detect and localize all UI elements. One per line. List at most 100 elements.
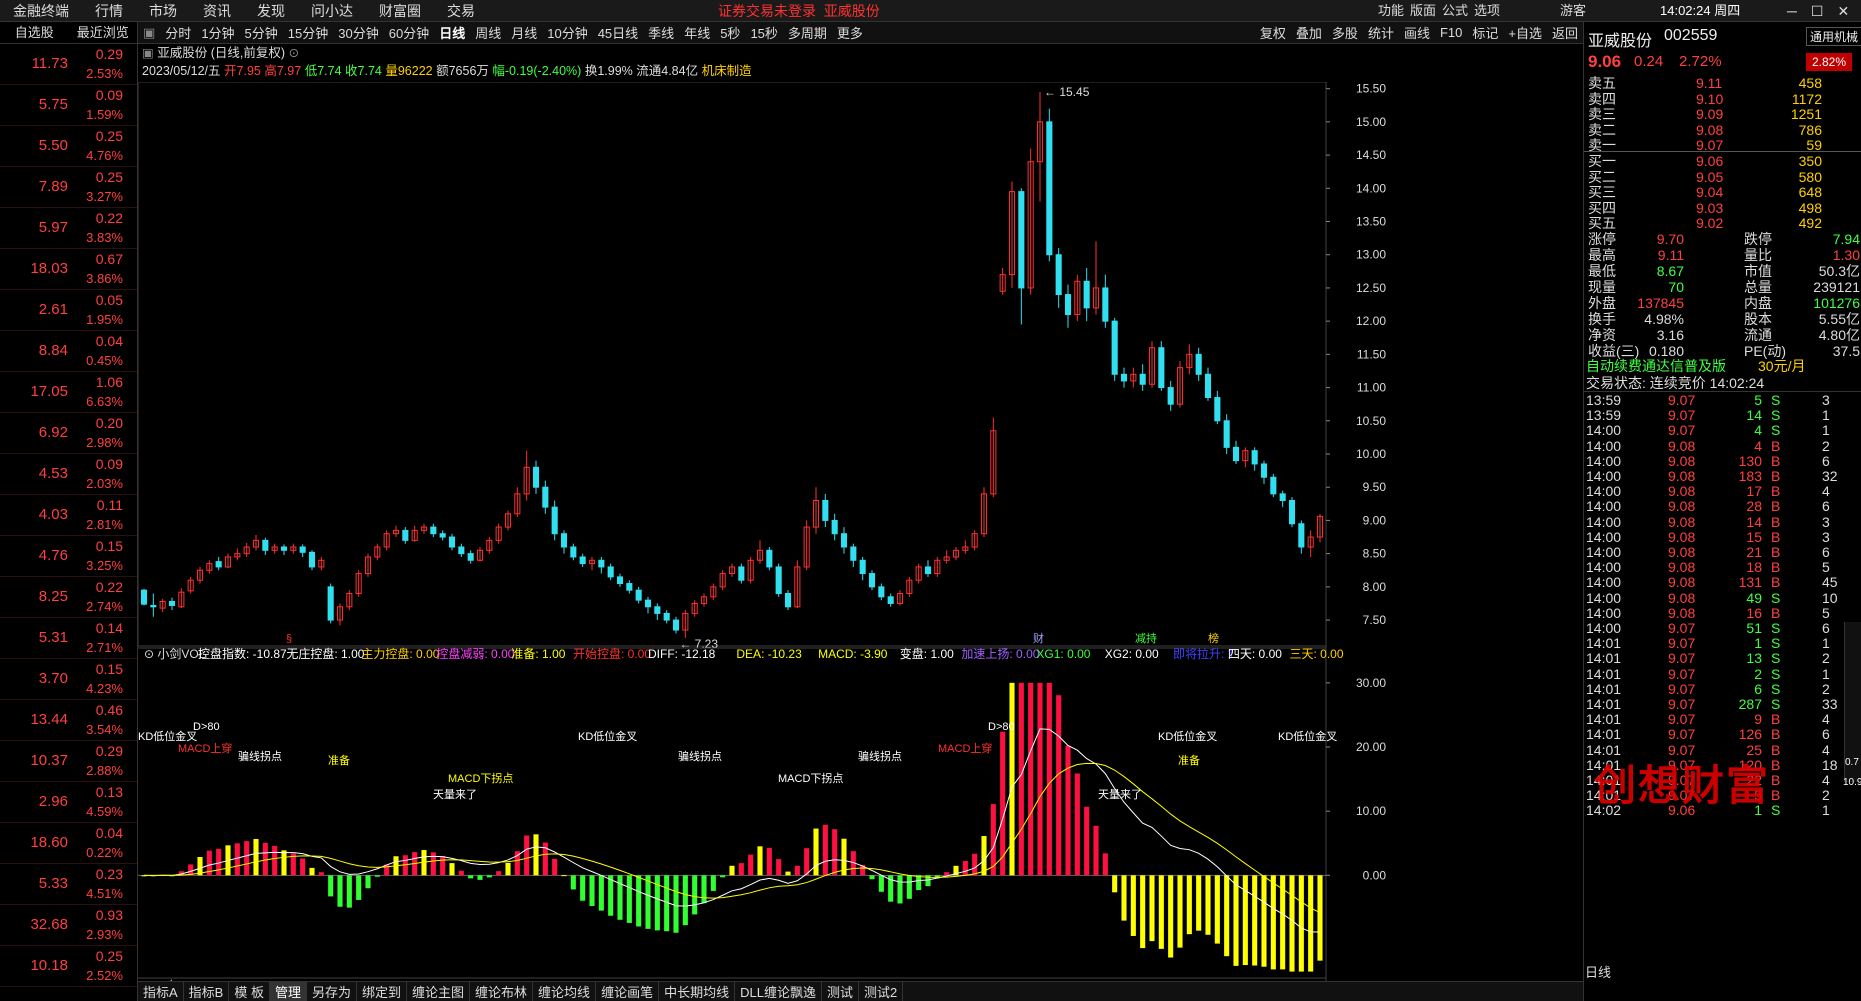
tool-button-8[interactable]: 返回: [1547, 23, 1583, 42]
tab-indicator-0[interactable]: 指标A: [138, 982, 184, 1001]
tab-period-15[interactable]: 多周期: [783, 23, 832, 42]
tool-button-5[interactable]: F10: [1435, 25, 1467, 40]
tab-period-4[interactable]: 30分钟: [333, 23, 383, 42]
osc-bar: [608, 875, 614, 916]
tab-period-9[interactable]: 10分钟: [542, 23, 592, 42]
tab-period-3[interactable]: 15分钟: [283, 23, 333, 42]
tab-indicator-5[interactable]: 绑定到: [357, 982, 408, 1001]
tab-period-16[interactable]: 更多: [832, 23, 868, 42]
menu-item-4[interactable]: 发现: [244, 1, 298, 21]
watchlist-row[interactable]: 0.15 3.70 4.23%: [0, 659, 137, 700]
tab-period-11[interactable]: 季线: [643, 23, 679, 42]
watchlist-row[interactable]: 0.09 5.75 1.59%: [0, 85, 137, 126]
period-label[interactable]: 日线: [1585, 962, 1611, 981]
tab-indicator-3[interactable]: 管理: [269, 982, 307, 1001]
maximize-icon[interactable]: ☐: [1804, 3, 1831, 19]
menu-right-0[interactable]: 功能: [1378, 0, 1404, 22]
menu-item-2[interactable]: 市场: [136, 1, 190, 21]
watchlist-row[interactable]: 0.22 5.97 3.83%: [0, 208, 137, 249]
menu-right-3[interactable]: 选项: [1474, 0, 1500, 22]
tab-period-2[interactable]: 5分钟: [240, 23, 283, 42]
candle-body: [626, 583, 633, 591]
close-icon[interactable]: ✕: [1830, 3, 1856, 19]
industry-tag[interactable]: 通用机械: [1806, 27, 1861, 46]
tab-period-0[interactable]: 分时: [160, 23, 196, 42]
watchlist-row[interactable]: 0.05 2.61 1.95%: [0, 290, 137, 331]
watchlist-row[interactable]: 0.46 13.44 3.54%: [0, 700, 137, 741]
chevron-down-icon[interactable]: ⊙: [289, 46, 299, 60]
watchlist-row[interactable]: 0.29 10.37 2.88%: [0, 741, 137, 782]
tool-button-6[interactable]: 标记: [1467, 23, 1503, 42]
menu-item-6[interactable]: 财富圈: [366, 1, 434, 21]
tool-button-4[interactable]: 画线: [1399, 23, 1435, 42]
event-marker[interactable]: 财: [1033, 631, 1044, 645]
settings-icon[interactable]: ▣: [142, 46, 154, 60]
tab-indicator-1[interactable]: 指标B: [184, 982, 230, 1001]
tab-period-1[interactable]: 1分钟: [196, 23, 239, 42]
tab-indicator-9[interactable]: 缠论画笔: [596, 982, 660, 1001]
layout-icon[interactable]: ▣: [138, 25, 160, 41]
watchlist-row[interactable]: 0.09 4.53 2.03%: [0, 454, 137, 495]
tab-period-13[interactable]: 5秒: [715, 23, 745, 42]
menu-item-5[interactable]: 问小达: [298, 1, 366, 21]
tab-indicator-6[interactable]: 缠论主图: [407, 982, 471, 1001]
menu-right-2[interactable]: 公式: [1442, 0, 1468, 22]
tab-indicator-8[interactable]: 缠论均线: [533, 982, 597, 1001]
minimize-icon[interactable]: ─: [1780, 3, 1804, 19]
promo-line[interactable]: 自动续费通达信普及版 30元/月: [1584, 357, 1861, 375]
tab-period-6[interactable]: 日线: [434, 23, 470, 42]
tab-period-8[interactable]: 月线: [506, 23, 542, 42]
indicator-title[interactable]: ⊙ 小剑VOL: [144, 646, 206, 661]
tab-period-7[interactable]: 周线: [470, 23, 506, 42]
watchlist-row[interactable]: 0.04 8.84 0.45%: [0, 331, 137, 372]
watchlist-row[interactable]: 0.25 10.18 2.52%: [0, 946, 137, 987]
watchlist-row[interactable]: 0.25 7.89 3.27%: [0, 167, 137, 208]
watchlist-row[interactable]: 0.14 5.31 2.71%: [0, 618, 137, 659]
trade-warning[interactable]: 证券交易未登录 亚威股份: [718, 0, 880, 22]
window-controls[interactable]: ─ ☐ ✕: [1780, 0, 1856, 22]
tool-button-7[interactable]: +自选: [1503, 23, 1547, 42]
watchlist-row[interactable]: 0.93 32.68 2.93%: [0, 905, 137, 946]
kline-chart[interactable]: 7.50 8.00 8.50 9.00 9.50 10.00 10.50 11.00 11.50…: [138, 82, 1583, 1000]
watchlist-row[interactable]: 0.29 11.73 2.53%: [0, 44, 137, 85]
watchlist-row[interactable]: 0.15 4.76 3.25%: [0, 536, 137, 577]
event-marker[interactable]: 减持: [1135, 631, 1157, 645]
watchlist-row[interactable]: 0.13 2.96 4.59%: [0, 782, 137, 823]
tab-period-14[interactable]: 15秒: [745, 23, 782, 42]
menu-right-1[interactable]: 版面: [1410, 0, 1436, 22]
watchlist-row[interactable]: 0.23 5.33 4.51%: [0, 864, 137, 905]
menu-item-7[interactable]: 交易: [434, 1, 488, 21]
tab-indicator-11[interactable]: DLL缠论飘逸: [735, 982, 822, 1001]
tool-button-2[interactable]: 多股: [1327, 23, 1363, 42]
tab-indicator-4[interactable]: 另存为: [307, 982, 357, 1001]
watchlist-row[interactable]: 0.67 18.03 3.86%: [0, 249, 137, 290]
candle-body: [168, 600, 176, 606]
tab-indicator-7[interactable]: 缠论布林: [470, 982, 534, 1001]
user-label[interactable]: 游客: [1560, 0, 1586, 22]
tool-button-1[interactable]: 叠加: [1291, 23, 1327, 42]
tab-indicator-2[interactable]: 模 板: [229, 982, 270, 1001]
event-marker[interactable]: 榜: [1208, 631, 1219, 645]
tab-indicator-13[interactable]: 测试2: [859, 982, 904, 1001]
watchlist-row[interactable]: 0.11 4.03 2.81%: [0, 495, 137, 536]
watchlist-row[interactable]: 0.25 5.50 4.76%: [0, 126, 137, 167]
watchlist-row[interactable]: 0.22 8.25 2.74%: [0, 577, 137, 618]
tab-period-5[interactable]: 60分钟: [384, 23, 434, 42]
tab-indicator-10[interactable]: 中长期均线: [659, 982, 736, 1001]
watchlist-row[interactable]: 0.20 6.92 2.98%: [0, 413, 137, 454]
tool-button-3[interactable]: 统计: [1363, 23, 1399, 42]
menu-item-1[interactable]: 行情: [82, 1, 136, 21]
tab-recent[interactable]: 最近浏览: [69, 22, 138, 43]
osc-bar: [1308, 875, 1314, 972]
tab-watchlist[interactable]: 自选股: [0, 22, 69, 43]
osc-bar: [1298, 875, 1304, 972]
tool-button-0[interactable]: 复权: [1255, 23, 1291, 42]
tab-period-10[interactable]: 45日线: [593, 23, 643, 42]
watchlist-row[interactable]: 0.04 18.60 0.22%: [0, 823, 137, 864]
event-marker[interactable]: §: [286, 633, 292, 645]
tab-indicator-12[interactable]: 测试: [822, 982, 859, 1001]
watchlist-row[interactable]: 1.06 17.05 6.63%: [0, 372, 137, 413]
menu-item-0[interactable]: 金融终端: [0, 1, 82, 21]
menu-item-3[interactable]: 资讯: [190, 1, 244, 21]
tab-period-12[interactable]: 年线: [679, 23, 715, 42]
